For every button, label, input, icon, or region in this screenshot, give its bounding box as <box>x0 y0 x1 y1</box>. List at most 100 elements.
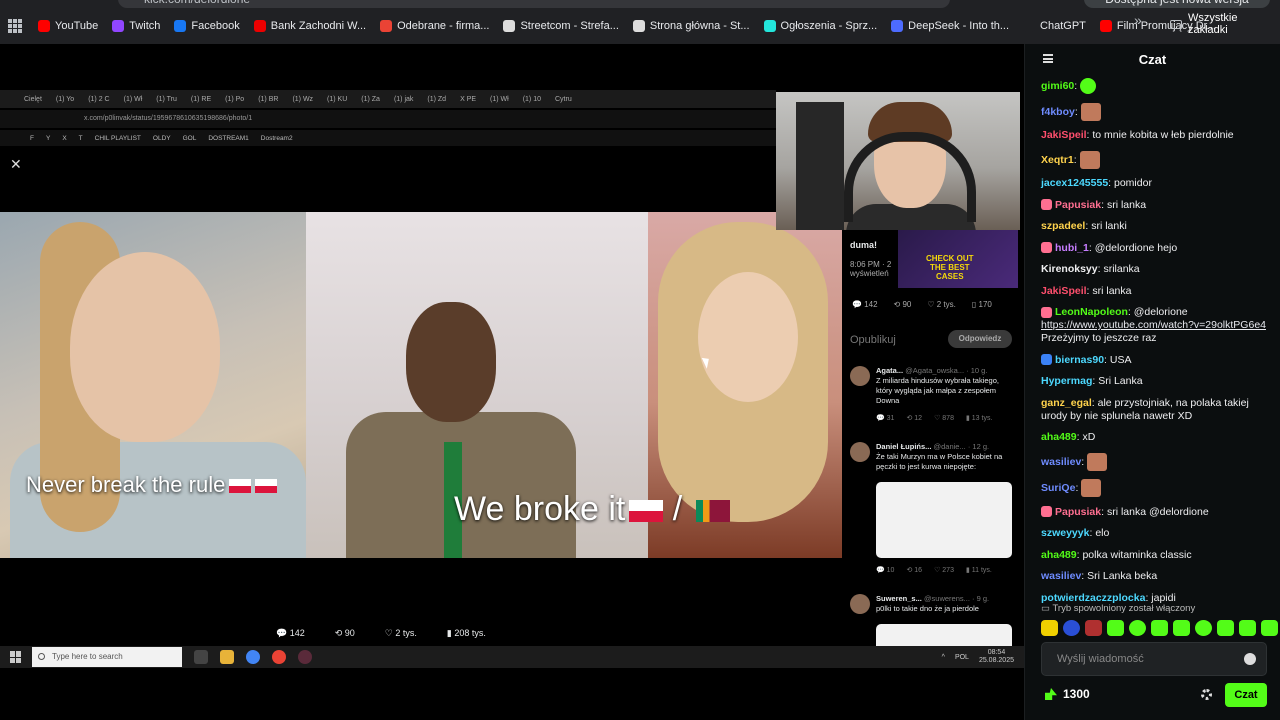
chat-username[interactable]: JakiSpeil <box>1041 129 1087 141</box>
chat-text: xD <box>1082 431 1096 443</box>
chat-username[interactable]: Kirenoksyy <box>1041 263 1098 275</box>
chat-username[interactable]: szweyyyk <box>1041 527 1089 539</box>
reply-handle: @danie... · 12 g. <box>933 442 990 451</box>
reply-stat: 💬 10 <box>876 567 895 574</box>
emote-icon[interactable] <box>1195 620 1212 636</box>
emote-icon[interactable] <box>1217 620 1234 636</box>
bookmarks-bar: YouTube Twitch Facebook Bank Zachodni W... O… <box>0 8 1280 44</box>
windows-taskbar: Type here to search ^ POL 08:54 25.08.202… <box>0 646 1024 668</box>
poland-flag-icon <box>255 479 278 494</box>
reply-author: Agata... @Agata_owska... · 10 g. <box>876 366 988 375</box>
chat-username[interactable]: Papusiak <box>1055 506 1101 518</box>
reply-stat: ⟲ 16 <box>906 567 923 574</box>
emote-icon[interactable] <box>1151 620 1168 636</box>
chat-username[interactable]: biernas90 <box>1055 354 1104 366</box>
chat-message: szpadeel: sri lanki <box>1041 220 1127 232</box>
reply-image <box>876 482 1012 558</box>
slow-mode-notice: ▭ Tryb spowolniony został włączony <box>1041 603 1196 614</box>
tweet-stat: 💬 142 <box>852 300 878 309</box>
chat-username[interactable]: potwierdzaczzplocka <box>1041 592 1145 604</box>
chat-username[interactable]: Papusiak <box>1055 199 1101 211</box>
bookmark-item[interactable]: Streetcom - Strefa... <box>503 20 619 32</box>
bookmark-favicon-icon <box>1099 20 1112 32</box>
inner-tab: (1) Tru <box>156 95 177 103</box>
chat-username[interactable]: wasiliev <box>1041 570 1081 582</box>
emote-icon[interactable] <box>1261 620 1278 636</box>
tweet-bottom-stats: 💬 142 ⟲ 90 ♡ 2 tys. ▮ 208 tys. <box>276 628 486 639</box>
chat-message: JakiSpeil: sri lanka <box>1041 284 1132 297</box>
chat-username[interactable]: gimi60 <box>1041 80 1074 92</box>
send-chat-button[interactable]: Czat <box>1225 683 1267 707</box>
emote-icon[interactable] <box>1239 620 1256 636</box>
avatar <box>850 442 870 462</box>
reply-author: Suweren_s... @suwerens... · 9 g. <box>876 594 990 603</box>
chat-username[interactable]: Xeqtr1 <box>1041 153 1074 165</box>
emote-icon[interactable] <box>1041 620 1058 636</box>
bookmark-label: Strona główna - St... <box>649 20 750 32</box>
chat-username[interactable]: LeonNapoleon <box>1055 306 1128 318</box>
chat-username[interactable]: Hypermag <box>1041 375 1092 387</box>
emote-icon <box>1080 102 1101 121</box>
bookmark-item[interactable]: Twitch <box>112 20 160 32</box>
bookmark-label: Streetcom - Strefa... <box>520 20 619 32</box>
emote-icon[interactable] <box>1063 620 1080 636</box>
chat-username[interactable]: jacex1245555 <box>1041 177 1108 189</box>
emote-quick-bar <box>1041 620 1278 636</box>
close-icon: ✕ <box>10 156 22 172</box>
collapse-chat-icon[interactable] <box>1043 54 1053 63</box>
bookmark-item[interactable]: YouTube <box>38 20 98 32</box>
chat-text: sri lanka @delordione <box>1106 505 1209 518</box>
inner-tab: (1) Wł <box>490 95 509 103</box>
chat-username[interactable]: szpadeel <box>1041 220 1085 232</box>
update-chrome-button[interactable]: Dostępna jest nowa wersja Chrome <box>1084 0 1270 24</box>
chat-message-input[interactable]: Wyślij wiadomość <box>1041 642 1267 676</box>
chat-text: @delorione <box>1133 306 1188 318</box>
bookmark-item[interactable]: Ogłoszenia - Sprz... <box>763 20 878 32</box>
stream-video[interactable]: Cielęt (1) Yo (1) 2 C (1) Wł (1) Tru (1) RE (1… <box>0 44 1024 720</box>
reply-handle: @Agata_owska... · 10 g. <box>905 366 988 375</box>
inner-bookmark: DOSTREAM1 <box>208 134 249 142</box>
chat-message: f4kboy: <box>1041 102 1273 121</box>
gear-icon[interactable] <box>1201 689 1212 700</box>
chat-username[interactable]: aha489 <box>1041 431 1077 443</box>
chat-text: sri lanka <box>1106 198 1147 211</box>
chat-username[interactable]: JakiSpeil <box>1041 285 1087 297</box>
channel-points[interactable]: 1300 <box>1045 687 1090 701</box>
bookmark-item[interactable]: Odebrane - firma... <box>380 20 489 32</box>
search-icon <box>38 653 45 660</box>
bookmark-item[interactable]: ChatGPT <box>1023 20 1086 32</box>
chat-username[interactable]: aha489 <box>1041 549 1077 561</box>
chat-message: SuriQe: <box>1041 479 1273 497</box>
inner-tab: (1) Yo <box>55 95 75 103</box>
emote-icon[interactable] <box>1085 620 1102 636</box>
inner-tab: (1) jak <box>393 95 414 103</box>
all-bookmarks-button[interactable]: Wszystkie zakładki <box>1170 12 1280 36</box>
apps-grid-icon[interactable] <box>8 19 22 33</box>
emote-icon[interactable] <box>1173 620 1190 636</box>
windows-start-icon <box>10 651 22 663</box>
chat-messages: gimi60: f4kboy: JakiSpeil: to mnie kobit… <box>1041 78 1273 613</box>
emoji-picker-icon[interactable] <box>1244 653 1256 665</box>
tweet-stat: ♡ 2 tys. <box>927 300 956 309</box>
chat-username[interactable]: hubi_1 <box>1055 242 1089 254</box>
bookmark-favicon-icon <box>380 20 393 32</box>
emote-icon <box>1081 479 1102 497</box>
chat-text: @delordione hejo <box>1094 241 1178 254</box>
emote-icon[interactable] <box>1107 620 1124 636</box>
chat-username[interactable]: ganz_egal <box>1041 397 1092 409</box>
emote-icon[interactable] <box>1129 620 1146 636</box>
bookmark-item[interactable]: Facebook <box>174 20 240 32</box>
address-bar[interactable]: kick.com/delordione <box>118 0 950 8</box>
bookmarks-overflow-chevron-icon[interactable]: » <box>1134 12 1142 28</box>
bookmark-item[interactable]: DeepSeek - Into th... <box>891 20 1009 32</box>
chat-link[interactable]: https://www.youtube.com/watch?v=29olktPG… <box>1041 319 1266 331</box>
chat-username[interactable]: wasiliev <box>1041 455 1081 467</box>
obs-icon <box>298 650 312 664</box>
inner-bookmark: X <box>62 134 67 142</box>
bookmark-item[interactable]: Strona główna - St... <box>632 20 750 32</box>
chat-username[interactable]: f4kboy <box>1041 105 1075 117</box>
bookmark-label: Ogłoszenia - Sprz... <box>780 20 878 32</box>
reply-stat: ⟲ 12 <box>906 415 923 422</box>
bookmark-item[interactable]: Bank Zachodni W... <box>253 20 366 32</box>
chat-username[interactable]: SuriQe <box>1041 482 1075 494</box>
